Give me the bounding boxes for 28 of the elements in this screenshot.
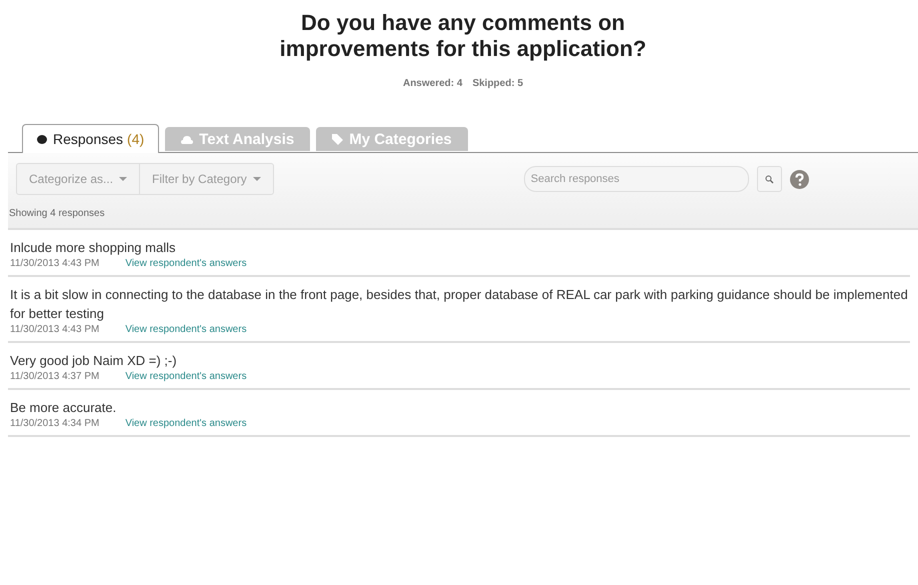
search-button[interactable] [756, 166, 782, 192]
tag-icon [332, 134, 344, 144]
respondent-link[interactable]: View respondent's answers [125, 418, 247, 429]
dropdown-button[interactable]: Categorize as... [17, 164, 140, 194]
respondent-link[interactable]: View respondent's answers [125, 371, 247, 382]
question-title: Do you have any comments on improvements for this application? [278, 9, 648, 62]
response-time: 11/30/2013 4:43 PM [10, 258, 100, 269]
dot-icon [37, 134, 47, 144]
respondent-link[interactable]: View respondent's answers [125, 324, 247, 335]
response-text: Very good job Naim XD =) ;-) [10, 352, 178, 370]
response-count: Showing 4 responses [8, 207, 106, 221]
stat: Skipped: 5 [472, 78, 524, 89]
response-time: 11/30/2013 4:43 PM [10, 324, 100, 335]
search-icon [764, 174, 774, 184]
search-field[interactable]: Search responses [524, 166, 749, 192]
response-text: Be more accurate. [10, 399, 118, 417]
cloud-icon [181, 134, 194, 144]
help-icon[interactable] [790, 170, 809, 188]
caret-icon [252, 177, 261, 181]
response-text: It is a bit slow in connecting to the database in the front page, besides that, proper database of REAL car park with parking guidance should be implemented for better testing [10, 286, 909, 323]
respondent-link[interactable]: View respondent's answers [125, 258, 247, 269]
response-time: 11/30/2013 4:37 PM [10, 371, 100, 382]
caret-icon [119, 177, 128, 181]
stat: Answered: 4 [402, 78, 462, 89]
dropdown-button[interactable]: Filter by Category [140, 164, 273, 194]
tab[interactable]: Responses (4) [22, 124, 160, 153]
response-text: Inlcude more shopping malls [10, 239, 176, 257]
response-time: 11/30/2013 4:34 PM [10, 418, 100, 429]
